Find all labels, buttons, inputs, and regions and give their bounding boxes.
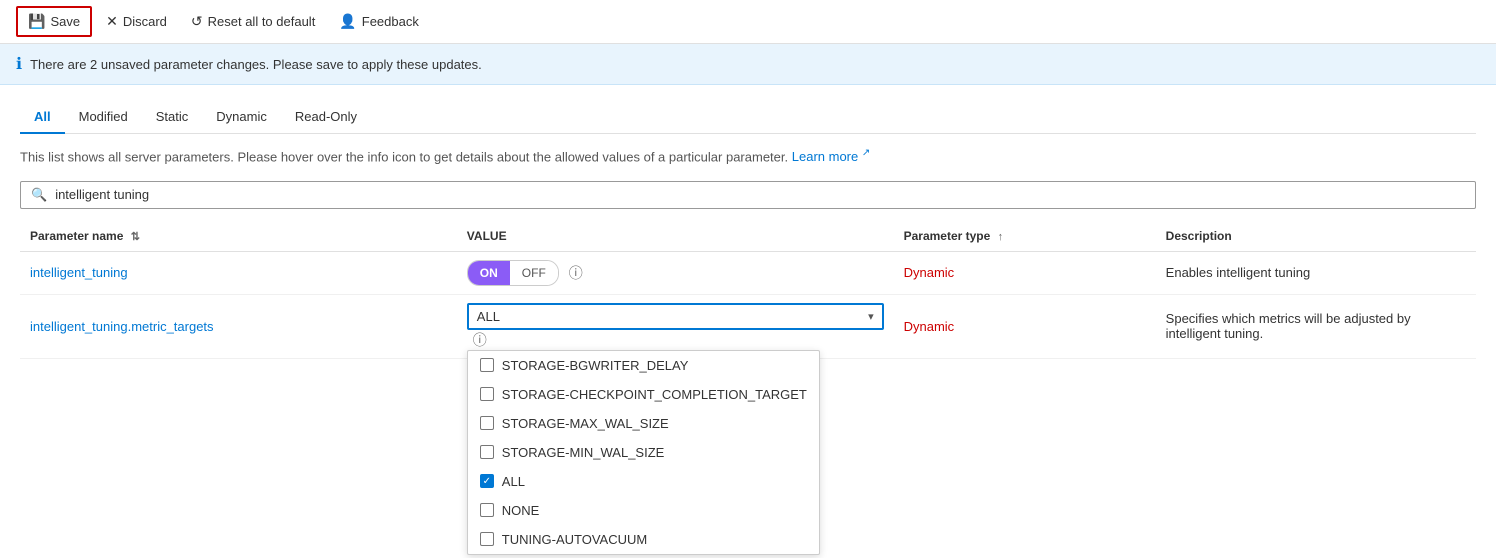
dropdown-item-label: STORAGE-MAX_WAL_SIZE (502, 416, 669, 431)
dropdown-item-label: ALL (502, 474, 525, 489)
info-icon: ℹ (16, 54, 22, 74)
param-type-cell: Dynamic (894, 251, 1156, 294)
dropdown-item-autovacuum[interactable]: TUNING-AUTOVACUUM (468, 525, 819, 554)
search-icon: 🔍 (31, 187, 47, 203)
toggle-container: ON OFF ⓘ (467, 260, 884, 286)
tabs-container: All Modified Static Dynamic Read-Only (20, 101, 1476, 134)
tab-readonly[interactable]: Read-Only (281, 101, 371, 134)
discard-button[interactable]: ✕ Discard (96, 8, 177, 35)
dropdown-item-all[interactable]: ✓ ALL (468, 467, 819, 496)
col-header-desc: Description (1156, 221, 1476, 252)
param-name-cell: intelligent_tuning.metric_targets (20, 294, 457, 358)
sort-name-icon[interactable]: ⇅ (131, 231, 140, 243)
save-button[interactable]: 💾 Save (16, 6, 92, 37)
param-link-metric-targets[interactable]: intelligent_tuning.metric_targets (30, 319, 214, 334)
param-description: Specifies which metrics will be adjusted… (1166, 311, 1411, 341)
param-value-cell: ON OFF ⓘ (457, 251, 894, 294)
dropdown-select[interactable]: ALL ▾ (467, 303, 884, 330)
checkbox-none[interactable] (480, 503, 494, 517)
dropdown-menu: STORAGE-BGWRITER_DELAY STORAGE-CHECKPOIN… (467, 350, 820, 555)
dropdown-item-max-wal[interactable]: STORAGE-MAX_WAL_SIZE (468, 409, 819, 438)
dropdown-value: ALL (477, 309, 500, 324)
param-link-intelligent-tuning[interactable]: intelligent_tuning (30, 265, 128, 280)
search-bar: 🔍 (20, 181, 1476, 209)
param-type-value: Dynamic (904, 319, 955, 334)
dropdown-item-bgwriter[interactable]: STORAGE-BGWRITER_DELAY (468, 351, 819, 380)
feedback-icon: 👤 (339, 13, 356, 30)
description-text: This list shows all server parameters. P… (20, 146, 1476, 167)
learn-more-link[interactable]: Learn more ↗ (792, 149, 871, 164)
dropdown-item-none[interactable]: NONE (468, 496, 819, 525)
info-circle-icon-2[interactable]: ⓘ (473, 332, 487, 348)
dropdown-item-label: STORAGE-BGWRITER_DELAY (502, 358, 689, 373)
feedback-button[interactable]: 👤 Feedback (329, 8, 429, 35)
info-bar: ℹ There are 2 unsaved parameter changes.… (0, 44, 1496, 85)
external-link-icon: ↗ (862, 148, 870, 159)
param-description: Enables intelligent tuning (1166, 265, 1311, 280)
reset-icon: ↺ (191, 13, 203, 30)
main-content: All Modified Static Dynamic Read-Only Th… (0, 85, 1496, 375)
discard-icon: ✕ (106, 13, 118, 30)
tab-all[interactable]: All (20, 101, 65, 134)
table-row: intelligent_tuning.metric_targets ALL ▾ … (20, 294, 1476, 358)
learn-more-label: Learn more (792, 149, 858, 164)
checkbox-min-wal[interactable] (480, 445, 494, 459)
checkbox-checkpoint[interactable] (480, 387, 494, 401)
dropdown-item-min-wal[interactable]: STORAGE-MIN_WAL_SIZE (468, 438, 819, 467)
dropdown-item-label: NONE (502, 503, 540, 518)
param-type-value: Dynamic (904, 265, 955, 280)
param-value-cell: ALL ▾ ⓘ STORAGE-BGWRITER_DELAY (457, 294, 894, 358)
save-icon: 💾 (28, 13, 45, 30)
param-name-cell: intelligent_tuning (20, 251, 457, 294)
dropdown-item-label: STORAGE-CHECKPOINT_COMPLETION_TARGET (502, 387, 807, 402)
param-desc-cell: Specifies which metrics will be adjusted… (1156, 294, 1476, 358)
toggle-on-label: ON (468, 261, 510, 285)
parameters-table: Parameter name ⇅ VALUE Parameter type ↑ … (20, 221, 1476, 359)
tab-dynamic[interactable]: Dynamic (202, 101, 281, 134)
col-header-type: Parameter type ↑ (894, 221, 1156, 252)
checkbox-autovacuum[interactable] (480, 532, 494, 546)
dropdown-item-label: TUNING-AUTOVACUUM (502, 532, 647, 547)
tab-modified[interactable]: Modified (65, 101, 142, 134)
toggle-switch[interactable]: ON OFF (467, 260, 559, 286)
dropdown-container: ALL ▾ ⓘ STORAGE-BGWRITER_DELAY (467, 303, 884, 350)
table-row: intelligent_tuning ON OFF ⓘ Dynamic En (20, 251, 1476, 294)
sort-type-icon[interactable]: ↑ (998, 231, 1004, 243)
col-header-value: VALUE (457, 221, 894, 252)
feedback-label: Feedback (362, 14, 419, 29)
tab-static[interactable]: Static (142, 101, 203, 134)
chevron-down-icon: ▾ (868, 310, 874, 323)
toggle-off-label: OFF (510, 261, 558, 285)
checkbox-max-wal[interactable] (480, 416, 494, 430)
checkbox-bgwriter[interactable] (480, 358, 494, 372)
reset-label: Reset all to default (208, 14, 316, 29)
toolbar: 💾 Save ✕ Discard ↺ Reset all to default … (0, 0, 1496, 44)
dropdown-item-checkpoint[interactable]: STORAGE-CHECKPOINT_COMPLETION_TARGET (468, 380, 819, 409)
description-content: This list shows all server parameters. P… (20, 149, 788, 164)
discard-label: Discard (123, 14, 167, 29)
checkbox-all[interactable]: ✓ (480, 474, 494, 488)
param-type-cell: Dynamic (894, 294, 1156, 358)
param-desc-cell: Enables intelligent tuning (1156, 251, 1476, 294)
search-input[interactable] (55, 187, 1465, 202)
dropdown-item-label: STORAGE-MIN_WAL_SIZE (502, 445, 665, 460)
reset-button[interactable]: ↺ Reset all to default (181, 8, 325, 35)
info-circle-icon[interactable]: ⓘ (569, 263, 583, 283)
save-label: Save (50, 14, 80, 29)
col-header-name: Parameter name ⇅ (20, 221, 457, 252)
info-message: There are 2 unsaved parameter changes. P… (30, 57, 482, 72)
